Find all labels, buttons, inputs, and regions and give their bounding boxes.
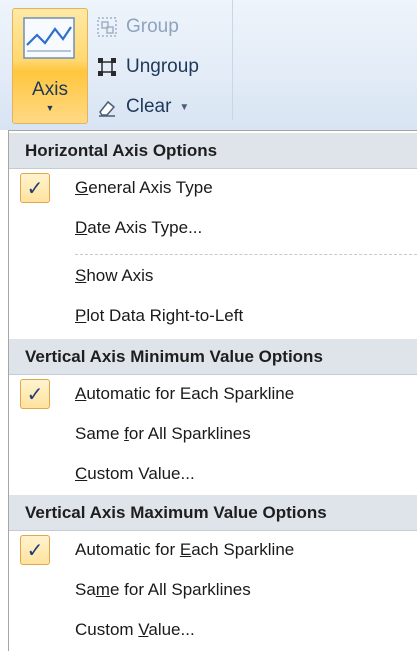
menu-item-label: Same for All Sparklines xyxy=(75,580,251,599)
clear-button[interactable]: Clear ▼ xyxy=(96,92,189,122)
menu-item-label: Same for All Sparklines xyxy=(75,424,251,443)
menu-separator xyxy=(75,254,417,255)
group-button[interactable]: Group xyxy=(96,12,179,42)
ribbon-divider xyxy=(232,0,233,120)
menu-item-general-axis-type[interactable]: ✓ General Axis Type xyxy=(9,169,417,207)
menu-item-max-automatic[interactable]: ✓ Automatic for Each Sparkline xyxy=(9,531,417,569)
menu-item-min-custom-value[interactable]: Custom Value... xyxy=(9,455,417,493)
checkmark-icon: ✓ xyxy=(20,379,50,409)
menu-item-label: Date Axis Type... xyxy=(75,218,203,237)
eraser-icon xyxy=(99,100,116,117)
ungroup-button[interactable]: Ungroup xyxy=(96,52,199,82)
axis-dropdown-menu: Horizontal Axis Options ✓ General Axis T… xyxy=(8,130,417,651)
menu-item-min-automatic[interactable]: ✓ Automatic for Each Sparkline xyxy=(9,375,417,413)
menu-item-max-custom-value[interactable]: Custom Value... xyxy=(9,611,417,649)
menu-item-max-same-for-all[interactable]: Same for All Sparklines xyxy=(9,571,417,609)
chevron-down-icon: ▼ xyxy=(45,103,55,113)
menu-item-label: Automatic for Each Sparkline xyxy=(75,540,295,559)
menu-item-label: Custom Value... xyxy=(75,464,195,483)
menu-item-label: Plot Data Right-to-Left xyxy=(75,306,244,325)
section-header-vertical-min: Vertical Axis Minimum Value Options xyxy=(9,339,417,375)
ungroup-icon xyxy=(98,58,116,76)
chevron-down-icon: ▼ xyxy=(179,101,190,113)
axis-button-label: Axis xyxy=(32,79,68,100)
section-header-horizontal: Horizontal Axis Options xyxy=(9,133,417,169)
menu-item-date-axis-type[interactable]: Date Axis Type... xyxy=(9,209,417,247)
section-header-vertical-max: Vertical Axis Maximum Value Options xyxy=(9,495,417,531)
menu-item-label: Show Axis xyxy=(75,266,154,285)
menu-item-label: Custom Value... xyxy=(75,620,195,639)
menu-item-label: Automatic for Each Sparkline xyxy=(75,384,295,403)
group-icon xyxy=(97,17,117,37)
menu-item-label: General Axis Type xyxy=(75,178,213,197)
clear-label: Clear xyxy=(126,96,172,117)
axis-button[interactable]: Axis ▼ xyxy=(12,8,88,124)
menu-item-min-same-for-all[interactable]: Same for All Sparklines xyxy=(9,415,417,453)
ribbon: Axis ▼ Group Ungroup Clear ▼ xyxy=(0,0,417,130)
checkmark-icon: ✓ xyxy=(20,173,50,203)
ungroup-label: Ungroup xyxy=(126,56,199,77)
line-chart-icon xyxy=(23,17,75,59)
menu-item-plot-right-to-left[interactable]: Plot Data Right-to-Left xyxy=(9,297,417,335)
group-label: Group xyxy=(126,16,179,37)
menu-item-show-axis[interactable]: Show Axis xyxy=(9,257,417,295)
checkmark-icon: ✓ xyxy=(20,535,50,565)
